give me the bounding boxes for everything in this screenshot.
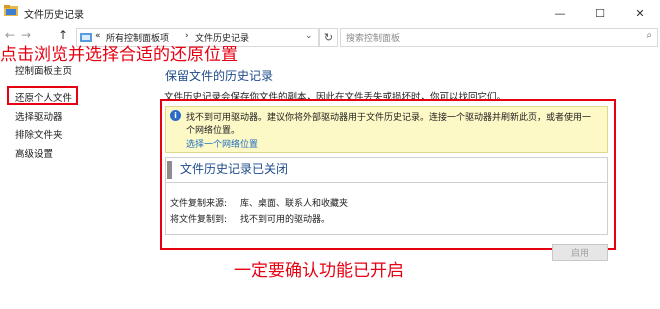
page-title: 保留文件的历史记录 <box>165 69 274 83</box>
sidebar-home-link[interactable]: 控制面板主页 <box>15 63 72 77</box>
highlight-box-main <box>160 99 616 250</box>
file-history-icon <box>4 5 18 16</box>
search-icon[interactable]: ⌕ <box>646 30 652 41</box>
annotation-bottom: 一定要确认功能已开启 <box>234 261 404 281</box>
sidebar-item-advanced-settings[interactable]: 高级设置 <box>15 146 53 160</box>
annotation-top: 点击浏览并选择合适的还原位置 <box>0 45 238 65</box>
maximize-button[interactable]: ☐ <box>580 0 620 26</box>
search-input[interactable]: 搜索控制面板 <box>346 31 400 44</box>
search-box[interactable]: 搜索控制面板 ⌕ <box>340 28 658 47</box>
sidebar-item-exclude-folders[interactable]: 排除文件夹 <box>15 127 63 141</box>
close-button[interactable]: ✕ <box>620 0 660 26</box>
address-dropdown-icon[interactable]: ⌄ <box>305 31 313 41</box>
enable-button[interactable]: 启用 <box>552 244 608 261</box>
window-title: 文件历史记录 <box>24 10 84 21</box>
sidebar-item-restore-files[interactable]: 还原个人文件 <box>15 90 72 104</box>
sidebar-item-select-drive[interactable]: 选择驱动器 <box>15 109 63 123</box>
refresh-button[interactable]: ↻ <box>319 28 338 47</box>
minimize-button[interactable]: — <box>540 0 580 26</box>
